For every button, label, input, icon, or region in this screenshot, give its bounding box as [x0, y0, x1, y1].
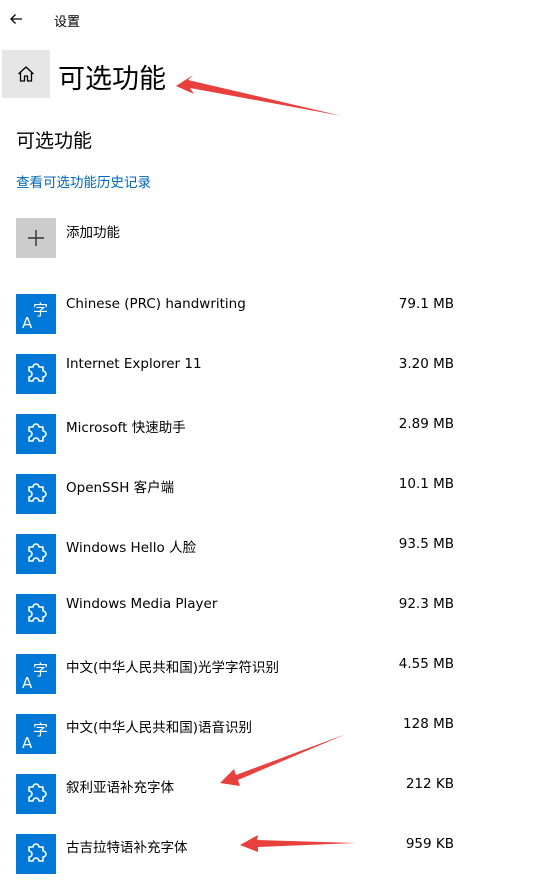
feature-size: 3.20 MB — [398, 356, 454, 372]
feature-name: Internet Explorer 11 — [66, 356, 202, 372]
plus-icon — [28, 230, 44, 246]
feature-tile: 字A — [16, 714, 56, 754]
feature-row[interactable]: Microsoft 快速助手 2.89 MB — [0, 412, 542, 472]
section-title: 可选功能 — [16, 130, 93, 152]
feature-row[interactable]: OpenSSH 客户端 10.1 MB — [0, 472, 542, 532]
feature-tile: 字A — [16, 294, 56, 334]
puzzle-icon — [28, 843, 47, 862]
svg-text:A: A — [22, 674, 33, 692]
feature-size: 959 KB — [405, 836, 454, 852]
feature-name: 中文(中华人民共和国)光学字符识别 — [66, 660, 280, 676]
feature-size: 128 MB — [403, 716, 454, 732]
feature-size: 93.5 MB — [398, 536, 454, 552]
home-button[interactable] — [2, 50, 50, 98]
feature-list: 字 A Chinese (PRC) handwriting 79.1 MB Intern… — [0, 292, 542, 892]
feature-size: 4.55 MB — [398, 656, 454, 672]
feature-row[interactable]: 字 A 中文(中华人民共和国)语音识别 128 MB — [0, 712, 542, 772]
back-arrow-icon — [10, 14, 22, 24]
svg-text:A: A — [22, 314, 33, 332]
svg-text:A: A — [22, 734, 33, 752]
feature-row[interactable]: Windows Hello 人脸 93.5 MB — [0, 532, 542, 592]
back-button[interactable] — [6, 8, 28, 30]
add-feature-label: 添加功能 — [66, 225, 120, 241]
feature-row[interactable]: 字 A Chinese (PRC) handwriting 79.1 MB — [0, 292, 542, 352]
feature-size: 10.1 MB — [398, 476, 454, 492]
feature-name: 叙利亚语补充字体 — [66, 780, 174, 796]
feature-name: Windows Media Player — [66, 596, 218, 612]
feature-tile — [16, 354, 56, 394]
feature-size: 212 KB — [405, 776, 454, 792]
feature-name: 古吉拉特语补充字体 — [66, 840, 188, 856]
feature-size: 2.89 MB — [398, 416, 454, 432]
puzzle-icon — [28, 483, 47, 502]
svg-text:字: 字 — [33, 721, 48, 739]
feature-name: Chinese (PRC) handwriting — [66, 296, 246, 312]
svg-text:字: 字 — [33, 301, 48, 319]
feature-row[interactable]: Internet Explorer 11 3.20 MB — [0, 352, 542, 412]
svg-text:字: 字 — [33, 661, 48, 679]
window-title: 设置 — [54, 15, 81, 30]
feature-row[interactable]: 叙利亚语补充字体 212 KB — [0, 772, 542, 832]
feature-tile — [16, 774, 56, 814]
feature-tile — [16, 534, 56, 574]
feature-row[interactable]: 古吉拉特语补充字体 959 KB — [0, 832, 542, 892]
feature-name: Windows Hello 人脸 — [66, 540, 197, 556]
puzzle-icon — [28, 603, 47, 622]
feature-tile — [16, 594, 56, 634]
add-feature-button[interactable]: 添加功能 — [16, 218, 316, 260]
language-font-icon: 字A — [22, 661, 48, 692]
puzzle-icon — [28, 363, 47, 382]
page-title: 可选功能 — [58, 64, 166, 95]
feature-size: 79.1 MB — [398, 296, 454, 312]
language-font-icon: 字A — [22, 721, 48, 752]
feature-tile — [16, 834, 56, 874]
puzzle-icon — [28, 423, 47, 442]
feature-row[interactable]: Windows Media Player 92.3 MB — [0, 592, 542, 652]
page-header: 可选功能 — [0, 50, 542, 100]
feature-tile: 字A — [16, 654, 56, 694]
feature-tile — [16, 414, 56, 454]
add-tile — [16, 218, 56, 258]
view-history-link[interactable]: 查看可选功能历史记录 — [16, 171, 151, 191]
feature-row[interactable]: 字 A 中文(中华人民共和国)光学字符识别 4.55 MB — [0, 652, 542, 712]
puzzle-icon — [28, 543, 47, 562]
puzzle-icon — [28, 783, 47, 802]
language-font-icon: 字A — [22, 301, 48, 332]
feature-size: 92.3 MB — [398, 596, 454, 612]
home-icon — [18, 66, 34, 82]
feature-tile — [16, 474, 56, 514]
title-bar: 设置 — [0, 0, 542, 38]
feature-name: Microsoft 快速助手 — [66, 420, 186, 436]
feature-name: OpenSSH 客户端 — [66, 480, 175, 496]
feature-name: 中文(中华人民共和国)语音识别 — [66, 720, 253, 736]
